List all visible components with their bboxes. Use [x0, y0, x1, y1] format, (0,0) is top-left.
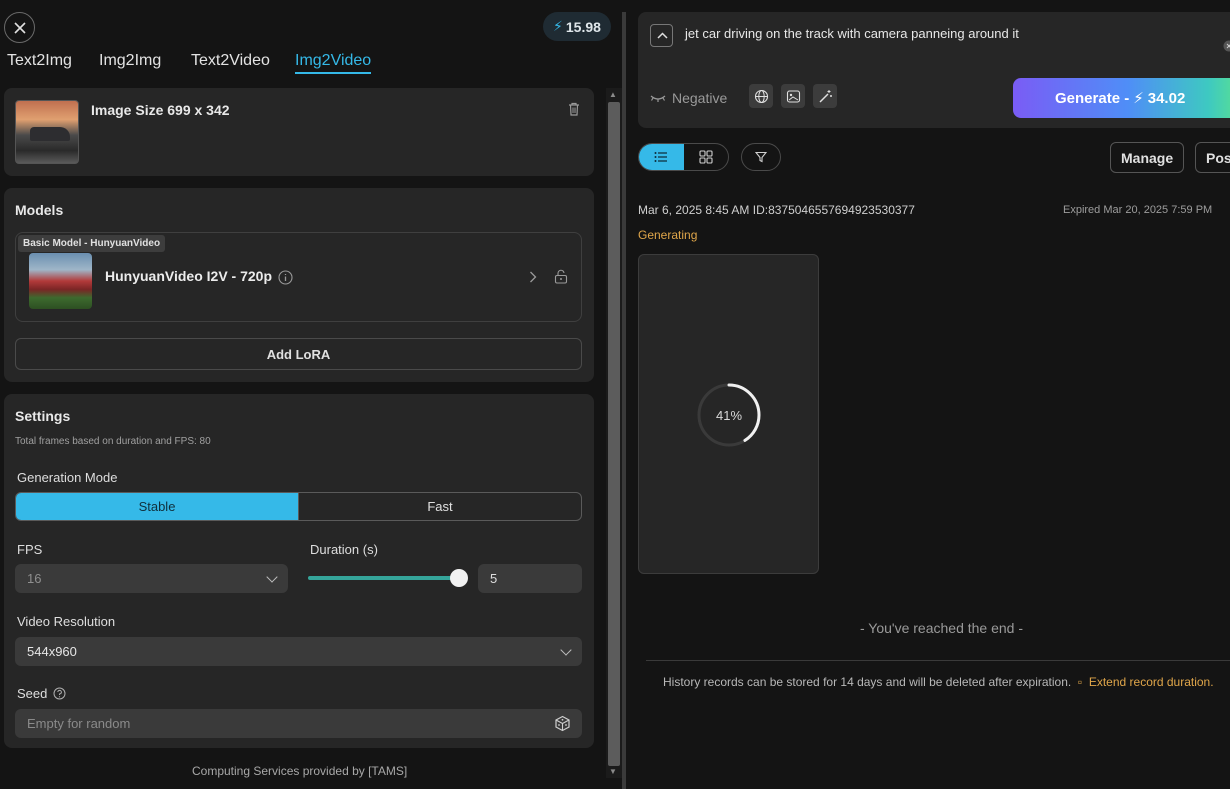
ticket-icon: ▫: [1074, 675, 1086, 689]
generate-button[interactable]: Generate - ⚡ 34.02: [1013, 78, 1230, 118]
close-icon: [13, 21, 26, 34]
history-note: History records can be stored for 14 day…: [663, 675, 1214, 689]
dice-icon[interactable]: [554, 715, 571, 732]
duration-slider-knob[interactable]: [450, 569, 468, 587]
post-button[interactable]: Post: [1195, 142, 1230, 173]
seed-input[interactable]: Empty for random: [15, 709, 582, 738]
generation-mode-label: Generation Mode: [17, 470, 118, 485]
scrollbar-thumb[interactable]: [608, 102, 620, 766]
generation-mode-toggle: Stable Fast: [15, 492, 582, 521]
left-panel: ⚡ 15.98 Text2Img Img2Img Text2Video Img2…: [0, 0, 622, 789]
resolution-value: 544x960: [27, 644, 77, 659]
image-card: Image Size 699 x 342: [4, 88, 594, 176]
fps-select[interactable]: 16: [15, 564, 288, 593]
list-icon: [654, 152, 668, 162]
duration-label: Duration (s): [310, 542, 378, 557]
duration-value: 5: [490, 571, 498, 586]
model-selector[interactable]: Basic Model - HunyuanVideo HunyuanVideo …: [15, 232, 582, 322]
extend-record-link[interactable]: Extend record duration.: [1089, 675, 1214, 689]
unlock-icon[interactable]: [554, 269, 568, 284]
magic-wand-icon: [818, 89, 832, 103]
fps-value: 16: [27, 571, 42, 586]
duration-slider[interactable]: [308, 576, 458, 580]
history-note-text: History records can be stored for 14 day…: [663, 675, 1072, 689]
chevron-down-icon: [560, 644, 572, 656]
tab-text2video[interactable]: Text2Video: [191, 52, 270, 70]
prompt-box: jet car driving on the track with camera…: [638, 12, 1230, 128]
image-icon: [786, 89, 800, 103]
seed-label: Seed: [17, 686, 48, 701]
globe-icon: [754, 89, 768, 103]
chevron-down-icon: [266, 571, 278, 583]
close-button[interactable]: [4, 12, 35, 43]
negative-label: Negative: [672, 90, 728, 106]
credits-value: 15.98: [565, 18, 601, 35]
mode-stable-option[interactable]: Stable: [16, 493, 298, 520]
generate-label: Generate -: [1055, 89, 1130, 107]
end-of-list-text: - You've reached the end -: [860, 620, 1024, 636]
frames-note: Total frames based on duration and FPS: …: [15, 436, 211, 447]
view-toggle: [638, 143, 729, 171]
resolution-select[interactable]: 544x960: [15, 637, 582, 666]
right-panel: jet car driving on the track with camera…: [626, 0, 1230, 789]
tab-img2video[interactable]: Img2Video: [295, 52, 372, 74]
prompt-input[interactable]: jet car driving on the track with camera…: [685, 26, 1019, 41]
add-lora-button[interactable]: Add LoRA: [15, 338, 582, 370]
image-prompt-button[interactable]: [781, 84, 805, 108]
list-view-button[interactable]: [639, 144, 684, 170]
trash-icon[interactable]: [568, 102, 580, 116]
resolution-label: Video Resolution: [17, 614, 116, 629]
divider-line: [646, 660, 1230, 661]
help-icon[interactable]: [53, 687, 66, 700]
image-size-label: Image Size 699 x 342: [91, 102, 230, 118]
footer-credit: Computing Services provided by [TAMS]: [192, 764, 408, 778]
bolt-icon: ⚡: [553, 18, 563, 34]
grid-view-button[interactable]: [684, 144, 729, 170]
models-title: Models: [15, 202, 64, 218]
clear-icon[interactable]: [1223, 40, 1230, 52]
translate-button[interactable]: [749, 84, 773, 108]
duration-input[interactable]: 5: [478, 564, 582, 593]
eye-closed-icon: [650, 95, 666, 102]
seed-placeholder: Empty for random: [27, 716, 131, 731]
tab-img2img[interactable]: Img2Img: [99, 52, 161, 70]
source-image-thumbnail[interactable]: [15, 100, 79, 164]
filter-button[interactable]: [741, 143, 781, 171]
model-tag: Basic Model - HunyuanVideo: [18, 235, 166, 252]
negative-prompt-toggle[interactable]: Negative: [650, 90, 727, 106]
filter-icon: [755, 151, 767, 163]
left-scrollbar[interactable]: ▲ ▼: [606, 88, 622, 778]
chevron-up-icon: [657, 32, 668, 39]
generation-card[interactable]: 41%: [638, 254, 819, 574]
model-name: HunyuanVideo I2V - 720p: [105, 268, 273, 284]
record-meta: Mar 6, 2025 8:45 AM ID:83750465576949235…: [638, 203, 915, 217]
info-icon[interactable]: [278, 270, 293, 285]
fps-label: FPS: [17, 542, 43, 557]
model-thumbnail: [29, 253, 92, 309]
mode-fast-option[interactable]: Fast: [298, 493, 581, 520]
scroll-down-arrow[interactable]: ▼: [609, 767, 617, 776]
progress-percent: 41%: [715, 407, 743, 423]
record-status: Generating: [638, 228, 698, 242]
models-card: Models Basic Model - HunyuanVideo Hunyua…: [4, 188, 594, 382]
chevron-right-icon[interactable]: [529, 271, 537, 283]
magic-enhance-button[interactable]: [813, 84, 837, 108]
settings-card: Settings Total frames based on duration …: [4, 394, 594, 748]
bolt-icon: ⚡: [1133, 90, 1144, 107]
tab-text2img[interactable]: Text2Img: [7, 52, 72, 70]
settings-title: Settings: [15, 408, 71, 424]
generate-cost: 34.02: [1147, 89, 1186, 107]
grid-icon: [699, 150, 713, 164]
credits-badge[interactable]: ⚡ 15.98: [543, 12, 611, 41]
record-expiry: Expired Mar 20, 2025 7:59 PM: [1063, 204, 1213, 216]
collapse-button[interactable]: [650, 24, 673, 47]
scroll-up-arrow[interactable]: ▲: [609, 90, 617, 99]
manage-button[interactable]: Manage: [1110, 142, 1185, 173]
